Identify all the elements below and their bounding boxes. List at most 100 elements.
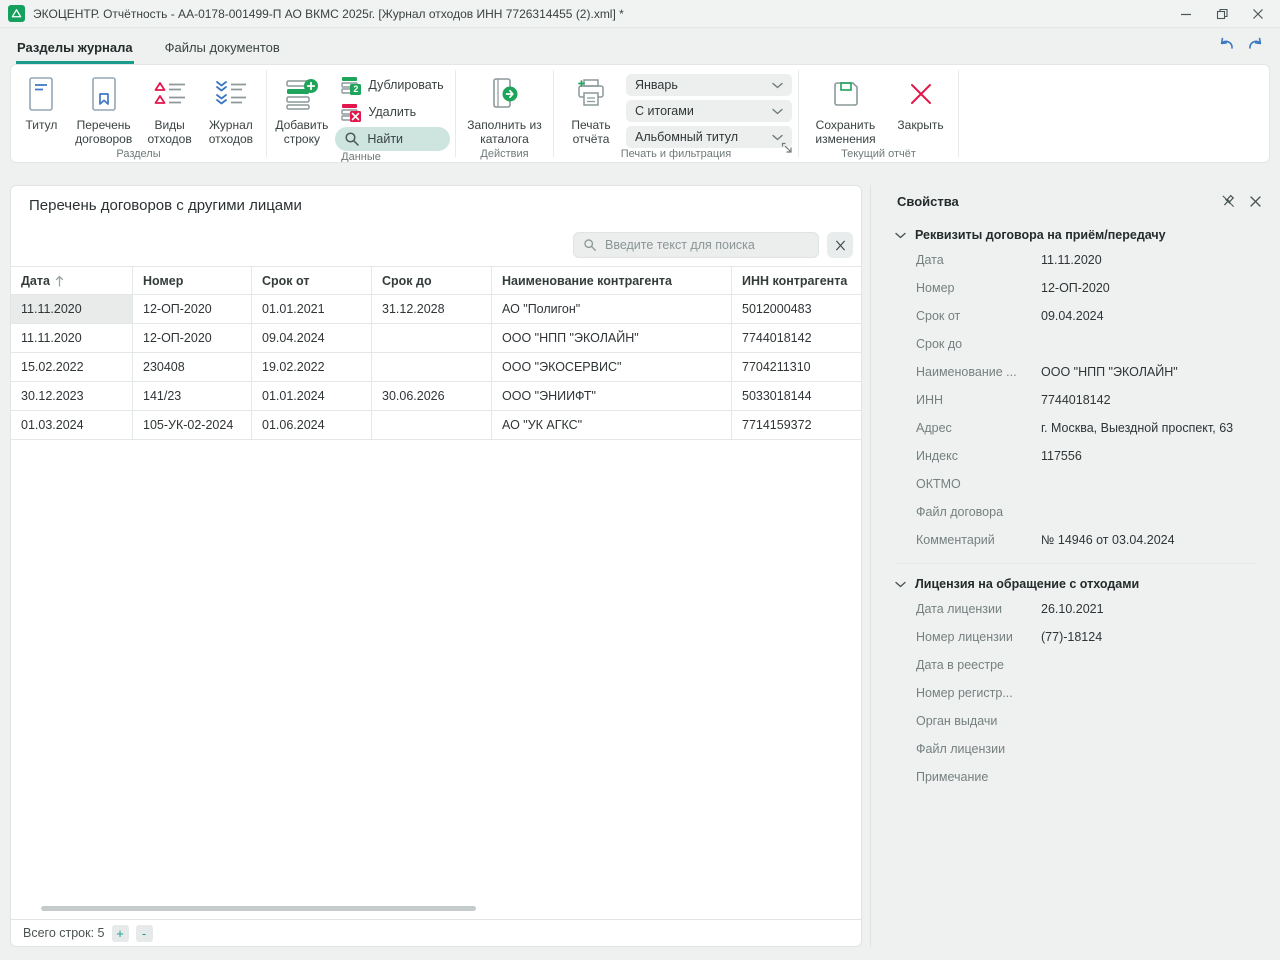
cell-counterparty-name[interactable]: ООО "ЭНИИФТ" [492,382,732,411]
license-section-header[interactable]: Лицензия на обращение с отходами [880,564,1272,595]
column-header-counterparty-name[interactable]: Наименование контрагента [492,266,732,295]
zoom-out-button[interactable]: - [136,925,153,942]
restore-button[interactable] [1206,3,1238,25]
dialog-launcher-icon[interactable] [781,141,793,159]
contracts-list-button[interactable]: Перечень договоров [70,70,138,148]
cell-counterparty-inn[interactable]: 5033018144 [732,382,861,411]
cell-term-from[interactable]: 19.02.2022 [252,353,372,382]
cell-counterparty-name[interactable]: АО "Полигон" [492,295,732,324]
cell-counterparty-inn[interactable]: 7744018142 [732,324,861,353]
search-input[interactable] [605,238,809,252]
column-header-term-from[interactable]: Срок от [252,266,372,295]
title-page-icon [27,72,55,116]
waste-journal-list-icon [213,72,249,116]
titul-button[interactable]: Титул [17,70,66,134]
duplicate-row-button[interactable]: 2 Дублировать [335,73,449,97]
property-value[interactable]: 117556 [1041,449,1082,463]
cell-number[interactable]: 230408 [133,353,252,382]
ribbon-toolbar: Титул Перечень договоров Виды отходов Жу… [10,64,1270,163]
contract-section-header[interactable]: Реквизиты договора на приём/передачу [880,215,1272,246]
close-report-button[interactable]: Закрыть [890,70,952,134]
add-row-button-label: Добавить строку [275,118,328,146]
close-window-button[interactable] [1242,3,1274,25]
find-button[interactable]: Найти [335,127,449,151]
property-row: ИНН7744018142 [880,386,1272,414]
chevron-down-icon [772,82,783,89]
ribbon-group-sections: Титул Перечень договоров Виды отходов Жу… [11,65,266,162]
minimize-button[interactable] [1170,3,1202,25]
horizontal-scrollbar-thumb[interactable] [41,906,476,911]
cell-counterparty-name[interactable]: АО "УК АГКС" [492,411,732,440]
add-row-button[interactable]: Добавить строку [272,70,331,148]
property-value[interactable]: ООО "НПП "ЭКОЛАЙН" [1041,365,1178,379]
fill-from-catalog-icon [489,72,521,116]
property-value[interactable]: 12-ОП-2020 [1041,281,1110,295]
cell-date[interactable]: 01.03.2024 [11,411,133,440]
property-row: Дата лицензии26.10.2021 [880,595,1272,623]
property-value[interactable]: 7744018142 [1041,393,1111,407]
redo-icon[interactable] [1247,36,1264,56]
delete-row-button[interactable]: Удалить [335,100,449,124]
property-value[interactable]: (77)-18124 [1041,630,1102,644]
cell-term-to[interactable]: 30.06.2026 [372,382,492,411]
title-layout-dropdown[interactable]: Альбомный титул [626,126,792,148]
property-value[interactable]: № 14946 от 03.04.2024 [1041,533,1175,547]
tab-document-files[interactable]: Файлы документов [164,32,281,64]
totals-dropdown[interactable]: С итогами [626,100,792,122]
property-value[interactable]: г. Москва, Выездной проспект, 63 [1041,421,1233,435]
column-header-counterparty-inn[interactable]: ИНН контрагента [732,266,861,295]
cell-counterparty-inn[interactable]: 5012000483 [732,295,861,324]
column-header-number[interactable]: Номер [133,266,252,295]
month-dropdown[interactable]: Январь [626,74,792,96]
cell-term-to[interactable] [372,353,492,382]
cell-number[interactable]: 12-ОП-2020 [133,324,252,353]
save-changes-button-label: Сохранить изменения [809,118,883,146]
cell-counterparty-inn[interactable]: 7714159372 [732,411,861,440]
cell-term-from[interactable]: 01.01.2024 [252,382,372,411]
data-small-buttons: 2 Дублировать Удалить Найти [335,70,449,151]
property-value[interactable]: 11.11.2020 [1041,253,1102,267]
total-rows-label: Всего строк: 5 [23,926,105,940]
cell-term-to[interactable] [372,324,492,353]
cell-term-from[interactable]: 09.04.2024 [252,324,372,353]
property-row: Файл договора [880,498,1272,526]
fill-from-catalog-button[interactable]: Заполнить из каталога [463,70,547,148]
cell-term-from[interactable]: 01.01.2021 [252,295,372,324]
table-row: 30.12.2023 141/23 01.01.2024 30.06.2026 … [11,382,861,411]
search-icon [583,238,597,252]
clear-search-button[interactable] [827,232,853,258]
cell-number[interactable]: 12-ОП-2020 [133,295,252,324]
property-label: Номер [916,281,1041,295]
title-layout-dropdown-value: Альбомный титул [635,130,738,144]
delete-button-label: Удалить [368,105,416,119]
cell-counterparty-name[interactable]: ООО "ЭКОСЕРВИС" [492,353,732,382]
cell-date[interactable]: 11.11.2020 [11,324,133,353]
save-changes-button[interactable]: Сохранить изменения [806,70,886,148]
cell-term-from[interactable]: 01.06.2024 [252,411,372,440]
cell-date[interactable]: 30.12.2023 [11,382,133,411]
table-row: 11.11.2020 12-ОП-2020 01.01.2021 31.12.2… [11,295,861,324]
panel-splitter[interactable] [870,185,871,947]
waste-types-button[interactable]: Виды отходов [141,70,197,148]
tab-journal-sections[interactable]: Разделы журнала [16,32,134,64]
undo-icon[interactable] [1218,36,1235,56]
close-panel-icon[interactable] [1249,195,1262,208]
cell-date[interactable]: 11.11.2020 [11,295,133,324]
cell-number[interactable]: 105-УК-02-2024 [133,411,252,440]
waste-journal-button[interactable]: Журнал отходов [202,70,260,148]
property-value[interactable]: 26.10.2021 [1041,602,1104,616]
cell-counterparty-name[interactable]: ООО "НПП "ЭКОЛАЙН" [492,324,732,353]
cell-counterparty-inn[interactable]: 7704211310 [732,353,861,382]
license-section-title: Лицензия на обращение с отходами [915,577,1139,591]
cell-date[interactable]: 15.02.2022 [11,353,133,382]
column-header-term-to[interactable]: Срок до [372,266,492,295]
print-report-button[interactable]: Печать отчёта [560,70,622,148]
column-header-date[interactable]: Дата [11,266,133,295]
find-button-label: Найти [367,132,403,146]
property-value[interactable]: 09.04.2024 [1041,309,1104,323]
unpin-icon[interactable] [1221,194,1236,209]
cell-number[interactable]: 141/23 [133,382,252,411]
cell-term-to[interactable] [372,411,492,440]
zoom-in-button[interactable]: + [112,925,129,942]
cell-term-to[interactable]: 31.12.2028 [372,295,492,324]
